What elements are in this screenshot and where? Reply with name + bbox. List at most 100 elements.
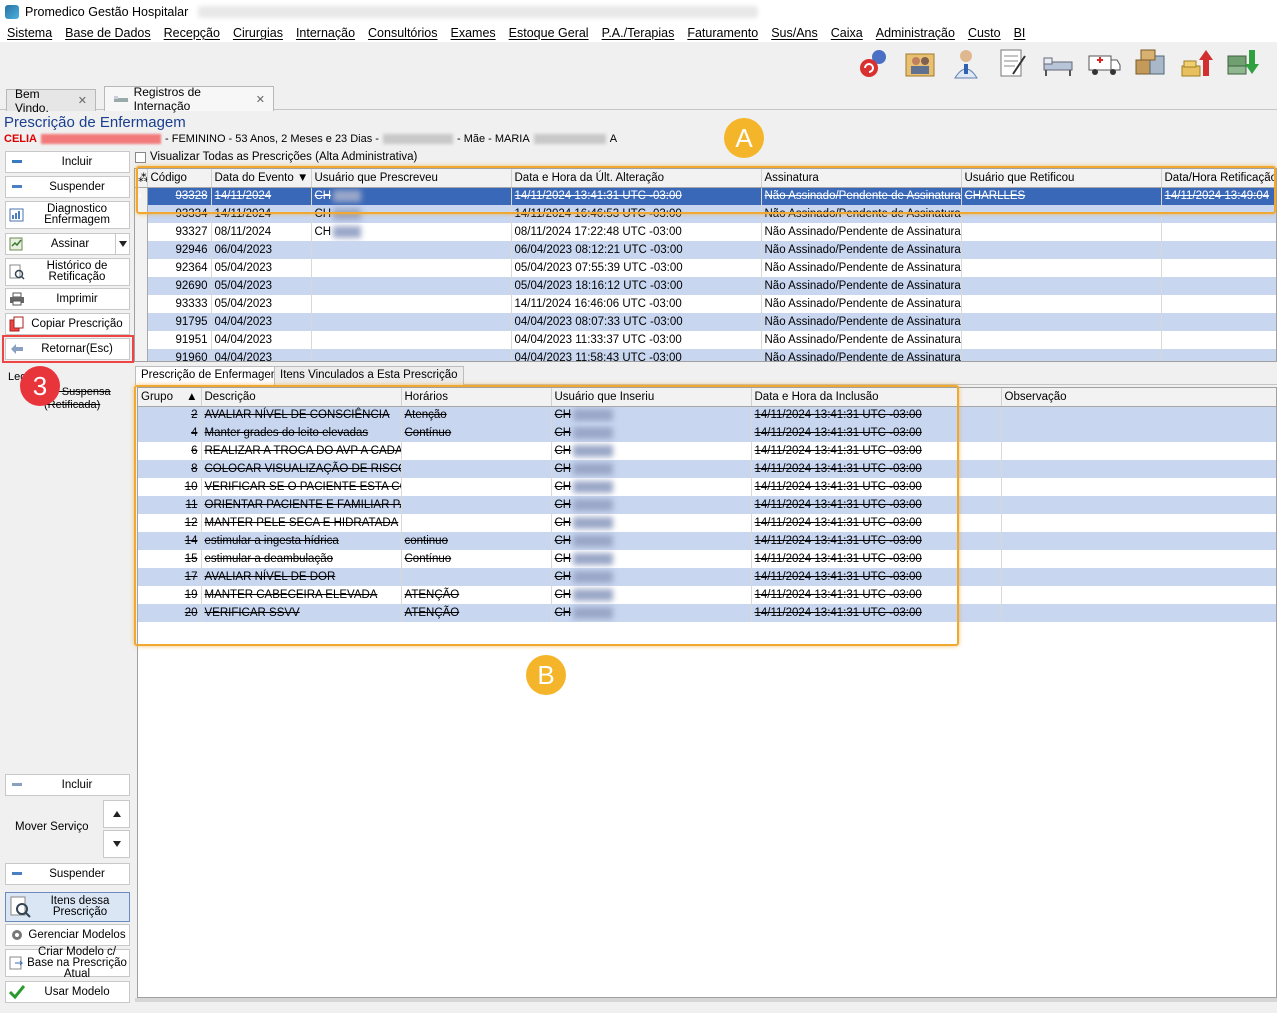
alta-administrativa-checkbox-row[interactable]: Visualizar Todas as Prescrições (Alta Ad… <box>135 151 417 163</box>
table-row[interactable]: 19 MANTER CABECEIRA ELEVADA ATENÇÃO CH 14/11… <box>138 586 1276 604</box>
chevron-down-icon <box>112 841 121 847</box>
close-icon[interactable]: ✕ <box>256 93 265 106</box>
chevron-down-icon[interactable] <box>115 234 129 254</box>
copiar-prescricao-button[interactable]: Copiar Prescrição <box>5 313 130 335</box>
itens-prescricao-button[interactable]: Itens dessa Prescrição <box>5 892 130 922</box>
menu-faturamento[interactable]: Faturamento <box>680 26 764 40</box>
menu-exames[interactable]: Exames <box>444 26 502 40</box>
bed-icon[interactable] <box>1039 44 1077 82</box>
move-up-button[interactable] <box>103 800 130 828</box>
inventory-boxes-icon[interactable] <box>1131 44 1169 82</box>
table-row[interactable]: 92690 05/04/2023 05/04/2023 18:16:12 UTC -… <box>135 277 1276 295</box>
table-row[interactable]: 91795 04/04/2023 04/04/2023 08:07:33 UTC -… <box>135 313 1276 331</box>
cell-text: ATENÇÃO <box>404 589 460 601</box>
table-row[interactable]: 11 ORIENTAR PACIENTE E FAMILIAR PARA CH 14/… <box>138 496 1276 514</box>
subtab-itens-vinculados[interactable]: Itens Vinculados a Esta Prescrição <box>274 366 464 385</box>
col-assinatura[interactable]: Assinatura <box>761 169 962 188</box>
menu-estoque-geral[interactable]: Estoque Geral <box>502 26 595 40</box>
prescriptions-grid[interactable]: ⁂ Código Data do Evento ▼ Usuário que Pr… <box>134 168 1277 362</box>
historico-retificacao-button[interactable]: Histórico de Retificação <box>5 258 130 286</box>
cell-data-evento: 04/04/2023 <box>211 349 312 361</box>
col-usuario-prescreveu[interactable]: Usuário que Prescreveu <box>311 169 512 188</box>
table-row[interactable]: 14 estimular a ingesta hídrica continuo CH 1… <box>138 532 1276 550</box>
menu-administracao[interactable]: Administração <box>869 26 961 40</box>
checkbox[interactable] <box>135 151 146 163</box>
col-data-alteracao[interactable]: Data e Hora da Últ. Alteração <box>511 169 762 188</box>
col-usuario-inseriu[interactable]: Usuário que Inseriu <box>551 388 752 407</box>
table-row[interactable]: 4 Manter grades do leito elevadas Contínuo… <box>138 424 1276 442</box>
redacted-title-info <box>198 6 759 18</box>
items-grid[interactable]: Grupo ▲ Descrição Horários Usuário que I… <box>137 387 1277 998</box>
incluir-button[interactable]: Incluir <box>5 151 130 173</box>
table-row[interactable]: 15 estimular a deambulação Contínuo CH 14/11… <box>138 550 1276 568</box>
table-row[interactable]: 92364 05/04/2023 05/04/2023 07:55:39 UTC -… <box>135 259 1276 277</box>
menu-recepcao[interactable]: Recepção <box>157 26 226 40</box>
col-grupo[interactable]: Grupo ▲ <box>138 388 202 407</box>
col-codigo[interactable]: Código <box>147 169 212 188</box>
table-row[interactable]: 91951 04/04/2023 04/04/2023 11:33:37 UTC -… <box>135 331 1276 349</box>
table-row[interactable]: 6 REALIZAR A TROCA DO AVP A CADA 96 CH 14/1… <box>138 442 1276 460</box>
col-data-inclusao[interactable]: Data e Hora da Inclusão <box>751 388 1002 407</box>
doctor-icon[interactable] <box>947 44 985 82</box>
menu-custo[interactable]: Custo <box>961 26 1007 40</box>
menu-bi[interactable]: BI <box>1007 26 1032 40</box>
table-row[interactable]: 91960 04/04/2023 04/04/2023 11:58:43 UTC -… <box>135 349 1276 361</box>
usar-modelo-button[interactable]: Usar Modelo <box>5 981 130 1003</box>
col-descricao[interactable]: Descrição <box>201 388 402 407</box>
table-row[interactable]: 2 AVALIAR NÍVEL DE CONSCIÊNCIA Atenção CH 14… <box>138 406 1276 424</box>
move-down-button[interactable] <box>103 830 130 858</box>
cell-text: 04/04/2023 11:33:37 UTC -03:00 <box>514 334 682 346</box>
cell-text: 08/11/2024 <box>214 226 272 238</box>
table-row[interactable]: › 93328 14/11/2024 CH 14/11/2024 13:41:31 UT… <box>135 187 1276 205</box>
col-data-retificacao[interactable]: Data/Hora Retificação <box>1161 169 1276 188</box>
table-row[interactable]: 12 MANTER PELE SECA E HIDRATADA CH 14/11/20… <box>138 514 1276 532</box>
criar-modelo-button[interactable]: Criar Modelo c/ Base na Prescrição Atual <box>5 946 130 979</box>
table-row[interactable]: 17 AVALIAR NÍVEL DE DOR CH 14/11/2024 13:41… <box>138 568 1276 586</box>
close-icon[interactable]: ✕ <box>78 94 87 107</box>
cell-observacao <box>1001 442 1276 460</box>
menu-sus-ans[interactable]: Sus/Ans <box>764 26 824 40</box>
patients-folder-icon[interactable] <box>901 44 939 82</box>
prescription-pen-icon[interactable] <box>993 44 1031 82</box>
col-horarios[interactable]: Horários <box>401 388 552 407</box>
col-usuario-retificou[interactable]: Usuário que Retificou <box>961 169 1162 188</box>
suspender-servico-button[interactable]: Suspender <box>5 863 130 885</box>
finance-arrow-icon[interactable] <box>1177 44 1215 82</box>
imprimir-button[interactable]: Imprimir <box>5 288 130 310</box>
table-row[interactable]: 93333 05/04/2023 14/11/2024 16:46:06 UTC -… <box>135 295 1276 313</box>
col-data-evento[interactable]: Data do Evento ▼ <box>211 169 312 188</box>
horizontal-scrollbar[interactable] <box>135 998 1277 1002</box>
incluir-servico-button[interactable]: Incluir <box>5 774 130 796</box>
tab-registros-internacao[interactable]: Registros de Internação ✕ <box>104 85 274 113</box>
table-row[interactable]: 10 VERIFICAR SE O PACIENTE ESTA COM P CH 14… <box>138 478 1276 496</box>
patient-name: CELIA <box>4 133 37 145</box>
table-row[interactable]: 92946 06/04/2023 06/04/2023 08:12:21 UTC -… <box>135 241 1276 259</box>
menu-sistema[interactable]: Sistema <box>0 26 58 40</box>
table-row[interactable]: 93334 14/11/2024 CH 14/11/2024 16:46:53 UTC… <box>135 205 1276 223</box>
cell-observacao <box>1001 424 1276 442</box>
cell-text: 05/04/2023 07:55:39 UTC -03:00 <box>514 262 683 274</box>
cell-text: 11 <box>185 499 198 511</box>
menu-caixa[interactable]: Caixa <box>824 26 869 40</box>
table-row[interactable]: 93327 08/11/2024 CH 08/11/2024 17:22:48 UTC… <box>135 223 1276 241</box>
cost-down-arrow-icon[interactable] <box>1223 44 1261 82</box>
users-refresh-icon[interactable] <box>855 44 893 82</box>
cell-text: 14/11/2024 <box>214 208 272 220</box>
assinar-button[interactable]: Assinar <box>5 233 130 255</box>
ambulance-icon[interactable] <box>1085 44 1123 82</box>
menu-pa-terapias[interactable]: P.A./Terapias <box>595 26 681 40</box>
sort-desc-icon: ▼ <box>296 171 309 184</box>
menu-internacao[interactable]: Internação <box>289 26 361 40</box>
menu-cirurgias[interactable]: Cirurgias <box>226 26 289 40</box>
gerenciar-modelos-button[interactable]: Gerenciar Modelos <box>5 924 130 946</box>
cell-text: Manter grades do leito elevadas <box>204 427 369 439</box>
menu-base-de-dados[interactable]: Base de Dados <box>58 26 156 40</box>
diagnostico-enfermagem-button[interactable]: Diagnostico Enfermagem <box>5 201 130 229</box>
table-row[interactable]: 8 COLOCAR VISUALIZAÇÃO DE RISCO DE CH 14/11… <box>138 460 1276 478</box>
suspender-button[interactable]: Suspender <box>5 176 130 198</box>
table-row[interactable]: 20 VERIFICAR SSVV ATENÇÃO CH 14/11/2024 13:4… <box>138 604 1276 622</box>
menu-consultorios[interactable]: Consultórios <box>361 26 443 40</box>
tab-bem-vindo[interactable]: Bem Vindo. ✕ <box>6 87 96 115</box>
subtab-prescricao-enfermagem[interactable]: Prescrição de Enfermagem <box>135 366 287 385</box>
col-observacao[interactable]: Observação <box>1001 388 1276 407</box>
